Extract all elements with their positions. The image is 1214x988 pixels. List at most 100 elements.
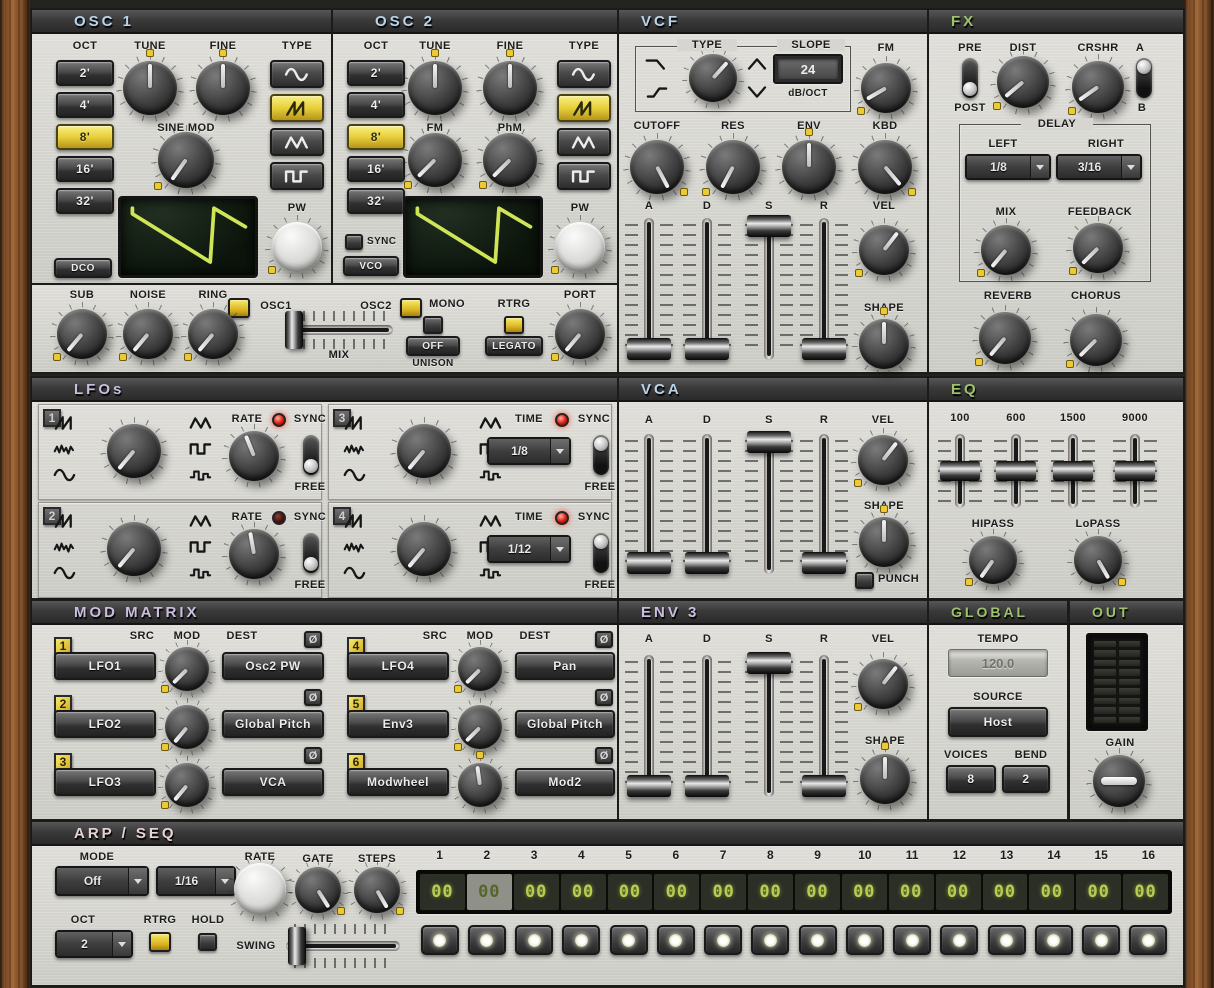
step-display[interactable]: 00 [1029, 874, 1074, 910]
arp-rate-knob[interactable] [234, 863, 286, 915]
gain-knob[interactable] [1093, 755, 1145, 807]
lfo4-wave-knob[interactable] [397, 522, 451, 576]
vcf-sustain-slider[interactable] [745, 218, 793, 360]
step-button[interactable] [794, 924, 841, 956]
osc2-type-saw-button[interactable] [557, 94, 611, 122]
osc1-type-square-button[interactable] [270, 162, 324, 190]
step-display[interactable]: 00 [467, 874, 512, 910]
mod-row5-invert-button[interactable]: Ø [595, 689, 613, 706]
step-button[interactable] [463, 924, 510, 956]
osc2-vco-button[interactable]: VCO [343, 256, 399, 276]
crshr-ab-toggle[interactable] [1136, 58, 1152, 98]
env3-vel-knob[interactable] [858, 659, 908, 709]
vca-release-slider[interactable] [800, 434, 848, 574]
osc1-sinemod-knob[interactable] [158, 132, 214, 188]
mod-row5-dest-button[interactable]: Global Pitch [515, 710, 615, 738]
env3-decay-slider[interactable] [683, 655, 731, 797]
mod-row4-amount-knob[interactable] [458, 647, 502, 691]
step-button[interactable] [841, 924, 888, 956]
osc1-tune-knob[interactable] [123, 61, 177, 115]
mod-row6-amount-knob[interactable] [458, 763, 502, 807]
lfo3-time-dropdown[interactable]: 1/8 [487, 437, 571, 465]
step-button[interactable] [558, 924, 605, 956]
port-knob[interactable] [555, 309, 605, 359]
step-display[interactable]: 00 [889, 874, 934, 910]
hipass-knob[interactable] [969, 536, 1017, 584]
step-button[interactable] [652, 924, 699, 956]
arp-rate-dropdown[interactable]: 1/16 [156, 866, 236, 896]
lfo1-wave-knob[interactable] [107, 424, 161, 478]
crshr-knob[interactable] [1072, 61, 1124, 113]
mod-row5-src-button[interactable]: Env3 [347, 710, 449, 738]
osc1-oct-4[interactable]: 4' [56, 92, 114, 118]
vca-sustain-slider[interactable] [745, 434, 793, 574]
osc1-dco-button[interactable]: DCO [54, 258, 112, 278]
eq-band-600-slider[interactable] [994, 434, 1038, 508]
vcf-env-knob[interactable] [782, 140, 836, 194]
osc1-type-sine-button[interactable] [270, 60, 324, 88]
step-display[interactable]: 00 [1076, 874, 1121, 910]
step-button[interactable] [936, 924, 983, 956]
env3-sustain-slider[interactable] [745, 655, 793, 797]
legato-button[interactable]: LEGATO [485, 336, 543, 356]
arp-hold-button[interactable] [198, 933, 217, 951]
mod-row2-dest-button[interactable]: Global Pitch [222, 710, 324, 738]
lfo2-wave-knob[interactable] [107, 522, 161, 576]
vcf-shape-knob[interactable] [859, 319, 909, 369]
source-button[interactable]: Host [948, 707, 1048, 737]
cutoff-knob[interactable] [630, 140, 684, 194]
noise-knob[interactable] [123, 309, 173, 359]
punch-button[interactable] [855, 572, 874, 589]
mix-slider[interactable] [285, 315, 393, 345]
step-button[interactable] [1030, 924, 1077, 956]
step-display[interactable]: 00 [983, 874, 1028, 910]
step-display[interactable]: 00 [795, 874, 840, 910]
vca-vel-knob[interactable] [858, 435, 908, 485]
step-display[interactable]: 00 [514, 874, 559, 910]
vcf-release-slider[interactable] [800, 218, 848, 360]
step-button[interactable] [511, 924, 558, 956]
step-button[interactable] [1078, 924, 1125, 956]
unison-button[interactable]: OFF [406, 336, 460, 356]
sub-knob[interactable] [57, 309, 107, 359]
mod-row3-amount-knob[interactable] [165, 763, 209, 807]
mod-row5-amount-knob[interactable] [458, 705, 502, 749]
step-display[interactable]: 00 [1123, 874, 1168, 910]
eq-band-100-slider[interactable] [938, 434, 982, 508]
osc1-oct-16[interactable]: 16' [56, 156, 114, 182]
osc2-pw-knob[interactable] [555, 222, 605, 272]
mod-row1-amount-knob[interactable] [165, 647, 209, 691]
vcf-fm-knob[interactable] [861, 63, 911, 113]
rtrg-button[interactable] [504, 316, 524, 334]
arp-mode-dropdown[interactable]: Off [55, 866, 149, 896]
slope-display[interactable]: 24 [773, 54, 843, 84]
step-button[interactable] [889, 924, 936, 956]
vcf-decay-slider[interactable] [683, 218, 731, 360]
osc2-oct-16[interactable]: 16' [347, 156, 405, 182]
step-button[interactable] [747, 924, 794, 956]
step-button[interactable] [605, 924, 652, 956]
eq-band-1500-slider[interactable] [1051, 434, 1095, 508]
step-display[interactable]: 00 [748, 874, 793, 910]
lfo1-sync-free-toggle[interactable] [303, 435, 319, 475]
osc2-tune-knob[interactable] [408, 61, 462, 115]
feedback-knob[interactable] [1073, 223, 1123, 273]
osc2-fm-knob[interactable] [408, 133, 462, 187]
osc2-type-triangle-button[interactable] [557, 128, 611, 156]
arp-gate-knob[interactable] [295, 867, 341, 913]
osc1-type-triangle-button[interactable] [270, 128, 324, 156]
mod-row2-amount-knob[interactable] [165, 705, 209, 749]
arp-steps-knob[interactable] [354, 867, 400, 913]
step-button[interactable] [700, 924, 747, 956]
eq-band-9000-slider[interactable] [1113, 434, 1157, 508]
osc2-oct-2[interactable]: 2' [347, 60, 405, 86]
delay-right-dropdown[interactable]: 3/16 [1056, 154, 1142, 180]
mono-button[interactable] [423, 316, 443, 334]
delay-left-dropdown[interactable]: 1/8 [965, 154, 1051, 180]
mod-row1-dest-button[interactable]: Osc2 PW [222, 652, 324, 680]
lopass-knob[interactable] [1074, 536, 1122, 584]
env3-attack-slider[interactable] [625, 655, 673, 797]
step-display[interactable]: 00 [561, 874, 606, 910]
step-display[interactable]: 00 [420, 874, 465, 910]
lfo1-rate-knob[interactable] [229, 431, 279, 481]
